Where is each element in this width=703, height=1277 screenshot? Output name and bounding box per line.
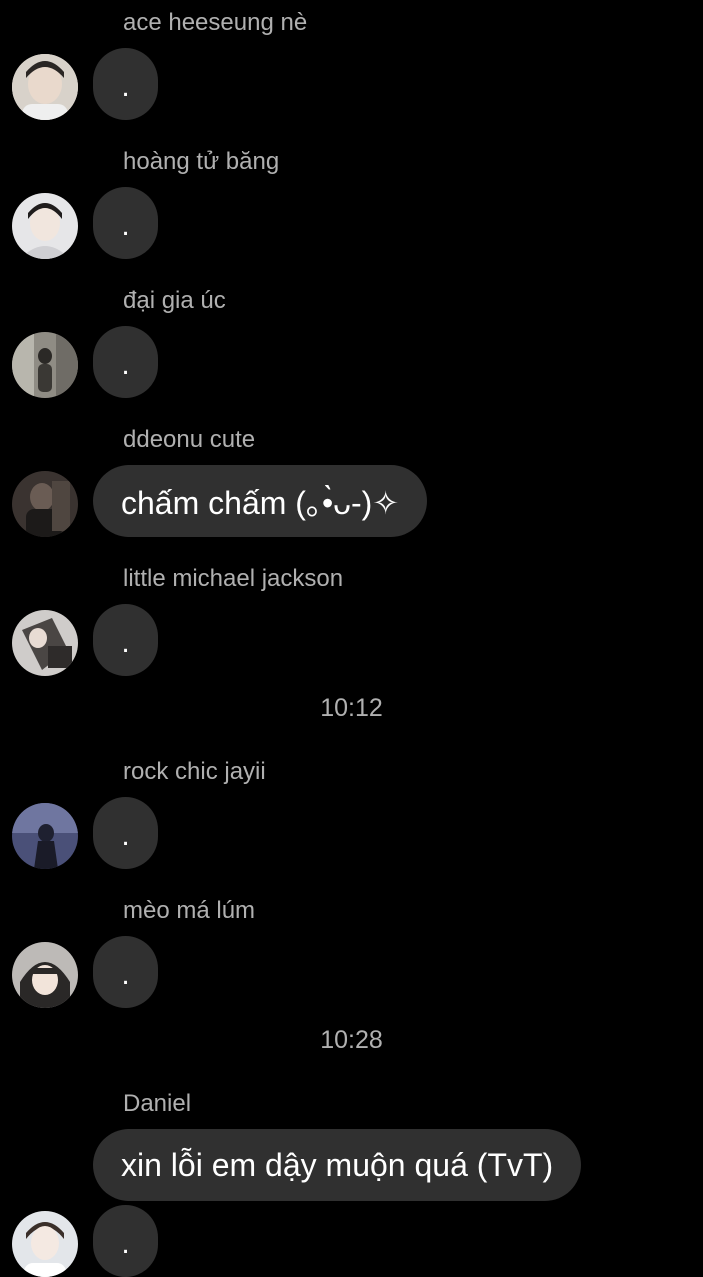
user-avatar-icon[interactable] (12, 942, 78, 1008)
sender-name: hoàng tử băng (123, 148, 280, 175)
message-bubble[interactable]: . (93, 1205, 158, 1277)
message-text: . (121, 819, 130, 852)
user-avatar-icon[interactable] (12, 471, 78, 537)
sender-name: đại gia úc (123, 287, 226, 314)
timestamp: 10:12 (320, 694, 383, 722)
user-avatar-icon[interactable] (12, 1211, 78, 1277)
message-text: . (121, 348, 130, 381)
message-bubble[interactable]: . (93, 48, 158, 120)
user-avatar-icon[interactable] (12, 193, 78, 259)
sender-name: rock chic jayii (123, 758, 266, 785)
sender-name: mèo má lúm (123, 897, 256, 924)
message-bubble[interactable]: xin lỗi em dậy muộn quá (TvT) (93, 1129, 582, 1201)
user-avatar-icon[interactable] (12, 610, 78, 676)
sender-name: little michael jackson (123, 565, 344, 592)
message-bubble[interactable]: . (93, 187, 158, 259)
sender-name: ace heeseung nè (123, 9, 308, 36)
message-bubble[interactable]: . (93, 797, 158, 869)
user-avatar-icon[interactable] (12, 332, 78, 398)
message-bubble[interactable]: chấm chấm (｡•̀ᴗ-)✧ (93, 465, 428, 537)
message-text: . (121, 626, 130, 659)
message-text: chấm chấm (｡•̀ᴗ-)✧ (121, 485, 400, 521)
message-text: . (121, 70, 130, 103)
message-text: . (121, 958, 130, 991)
user-avatar-icon[interactable] (12, 803, 78, 869)
timestamp: 10:28 (320, 1026, 383, 1054)
message-bubble[interactable]: . (93, 326, 158, 398)
message-bubble[interactable]: . (93, 604, 158, 676)
user-avatar-icon[interactable] (12, 54, 78, 120)
sender-name: ddeonu cute (123, 426, 256, 453)
message-bubble[interactable]: . (93, 936, 158, 1008)
message-text: . (121, 209, 130, 242)
message-text: xin lỗi em dậy muộn quá (TvT) (121, 1146, 554, 1183)
message-text: . (121, 1227, 130, 1260)
sender-name: Daniel (123, 1090, 192, 1117)
